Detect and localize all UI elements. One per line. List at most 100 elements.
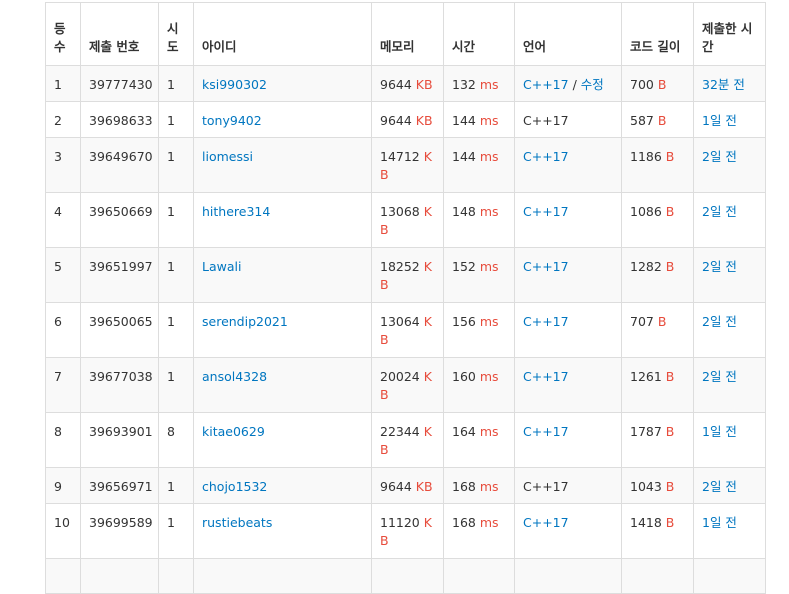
language-cell: C++17 / 수정 xyxy=(514,65,622,102)
time-value: 168 xyxy=(452,515,476,530)
memory-value: 9644 xyxy=(380,77,412,92)
submission-id: 39699589 xyxy=(80,503,159,559)
edit-link[interactable]: 수정 xyxy=(581,77,604,92)
header-language[interactable]: 언어 xyxy=(514,2,622,66)
header-submitted[interactable]: 제출한 시간 xyxy=(693,2,766,66)
memory-value: 11120 xyxy=(380,515,420,530)
table-row: 2 39698633 1 tony9402 9644 KB 144 ms C++17 587 … xyxy=(45,101,766,138)
memory-value: 13068 xyxy=(380,204,420,219)
time-value: 144 xyxy=(452,113,476,128)
rank-cell: 1 xyxy=(45,65,81,102)
time-value: 156 xyxy=(452,314,476,329)
memory-value: 9644 xyxy=(380,113,412,128)
submitted-time-link[interactable]: 1일 전 xyxy=(702,424,737,439)
code-length-value: 707 xyxy=(630,314,654,329)
submitted-cell: 1일 전 xyxy=(693,503,766,559)
code-length-cell: 1043 B xyxy=(621,467,694,504)
submitted-cell: 2일 전 xyxy=(693,137,766,193)
user-cell: Lawali xyxy=(193,247,372,303)
user-link[interactable]: tony9402 xyxy=(202,113,262,128)
header-memory[interactable]: 메모리 xyxy=(371,2,444,66)
language-cell: C++17 xyxy=(514,101,622,138)
user-cell: tony9402 xyxy=(193,101,372,138)
header-attempts[interactable]: 시도 xyxy=(158,2,194,66)
time-unit: ms xyxy=(479,204,499,219)
code-length-unit: B xyxy=(665,424,675,439)
memory-cell: 13068 KB xyxy=(371,192,444,248)
time-value: 132 xyxy=(452,77,476,92)
language-cell: C++17 xyxy=(514,357,622,413)
submitted-time-link[interactable]: 2일 전 xyxy=(702,314,737,329)
time-value: 164 xyxy=(452,424,476,439)
time-unit: ms xyxy=(479,479,499,494)
language-cell: C++17 xyxy=(514,412,622,468)
submitted-time-link[interactable]: 2일 전 xyxy=(702,479,737,494)
source-code-link[interactable]: C++17 xyxy=(523,515,569,530)
source-code-link[interactable]: C++17 xyxy=(523,149,569,164)
submitted-time-link[interactable]: 2일 전 xyxy=(702,149,737,164)
time-unit: ms xyxy=(479,77,499,92)
submitted-time-link[interactable]: 2일 전 xyxy=(702,259,737,274)
user-cell xyxy=(193,558,372,594)
memory-cell: 9644 KB xyxy=(371,101,444,138)
memory-cell: 9644 KB xyxy=(371,65,444,102)
source-code-link[interactable]: C++17 xyxy=(523,204,569,219)
time-cell: 144 ms xyxy=(443,101,515,138)
code-length-cell: 700 B xyxy=(621,65,694,102)
submitted-cell: 32분 전 xyxy=(693,65,766,102)
attempts-cell: 1 xyxy=(158,357,194,413)
code-length-unit: B xyxy=(657,314,667,329)
attempts-cell: 1 xyxy=(158,247,194,303)
submitted-cell: 2일 전 xyxy=(693,247,766,303)
memory-value: 18252 xyxy=(380,259,420,274)
source-code-link[interactable]: C++17 xyxy=(523,259,569,274)
user-link[interactable]: ksi990302 xyxy=(202,77,267,92)
source-code-link[interactable]: C++17 xyxy=(523,314,569,329)
submitted-cell xyxy=(693,558,766,594)
source-code-link[interactable]: C++17 xyxy=(523,424,569,439)
submitted-cell: 2일 전 xyxy=(693,302,766,358)
rank-cell: 10 xyxy=(45,503,81,559)
header-code-length[interactable]: 코드 길이 xyxy=(621,2,694,66)
user-link[interactable]: kitae0629 xyxy=(202,424,265,439)
rank-cell: 5 xyxy=(45,247,81,303)
time-cell: 168 ms xyxy=(443,467,515,504)
memory-cell: 14712 KB xyxy=(371,137,444,193)
code-length-cell: 1261 B xyxy=(621,357,694,413)
user-link[interactable]: chojo1532 xyxy=(202,479,267,494)
source-code-link[interactable]: C++17 xyxy=(523,77,569,92)
submitted-time-link[interactable]: 1일 전 xyxy=(702,113,737,128)
submitted-time-link[interactable]: 2일 전 xyxy=(702,204,737,219)
code-length-unit: B xyxy=(665,479,675,494)
code-length-cell: 1418 B xyxy=(621,503,694,559)
time-cell: 168 ms xyxy=(443,503,515,559)
time-cell: 160 ms xyxy=(443,357,515,413)
submitted-time-link[interactable]: 1일 전 xyxy=(702,515,737,530)
time-unit: ms xyxy=(479,113,499,128)
user-link[interactable]: ansol4328 xyxy=(202,369,267,384)
user-link[interactable]: liomessi xyxy=(202,149,253,164)
submitted-time-link[interactable]: 32분 전 xyxy=(702,77,745,92)
time-unit: ms xyxy=(479,314,499,329)
submitted-cell: 2일 전 xyxy=(693,357,766,413)
header-submission[interactable]: 제출 번호 xyxy=(80,2,159,66)
user-cell: rustiebeats xyxy=(193,503,372,559)
user-link[interactable]: hithere314 xyxy=(202,204,270,219)
code-length-value: 1282 xyxy=(630,259,662,274)
language-label: C++17 xyxy=(523,113,569,128)
source-code-link[interactable]: C++17 xyxy=(523,369,569,384)
user-link[interactable]: serendip2021 xyxy=(202,314,288,329)
submitted-time-link[interactable]: 2일 전 xyxy=(702,369,737,384)
time-cell: 144 ms xyxy=(443,137,515,193)
header-time[interactable]: 시간 xyxy=(443,2,515,66)
rank-cell xyxy=(45,558,81,594)
header-user[interactable]: 아이디 xyxy=(193,2,372,66)
user-link[interactable]: Lawali xyxy=(202,259,241,274)
submission-id: 39651997 xyxy=(80,247,159,303)
user-link[interactable]: rustiebeats xyxy=(202,515,272,530)
header-rank[interactable]: 등수 xyxy=(45,2,81,66)
table-row: 6 39650065 1 serendip2021 13064 KB 156 ms C++1… xyxy=(45,302,766,358)
memory-value: 14712 xyxy=(380,149,420,164)
code-length-value: 1043 xyxy=(630,479,662,494)
memory-unit: KB xyxy=(415,113,433,128)
